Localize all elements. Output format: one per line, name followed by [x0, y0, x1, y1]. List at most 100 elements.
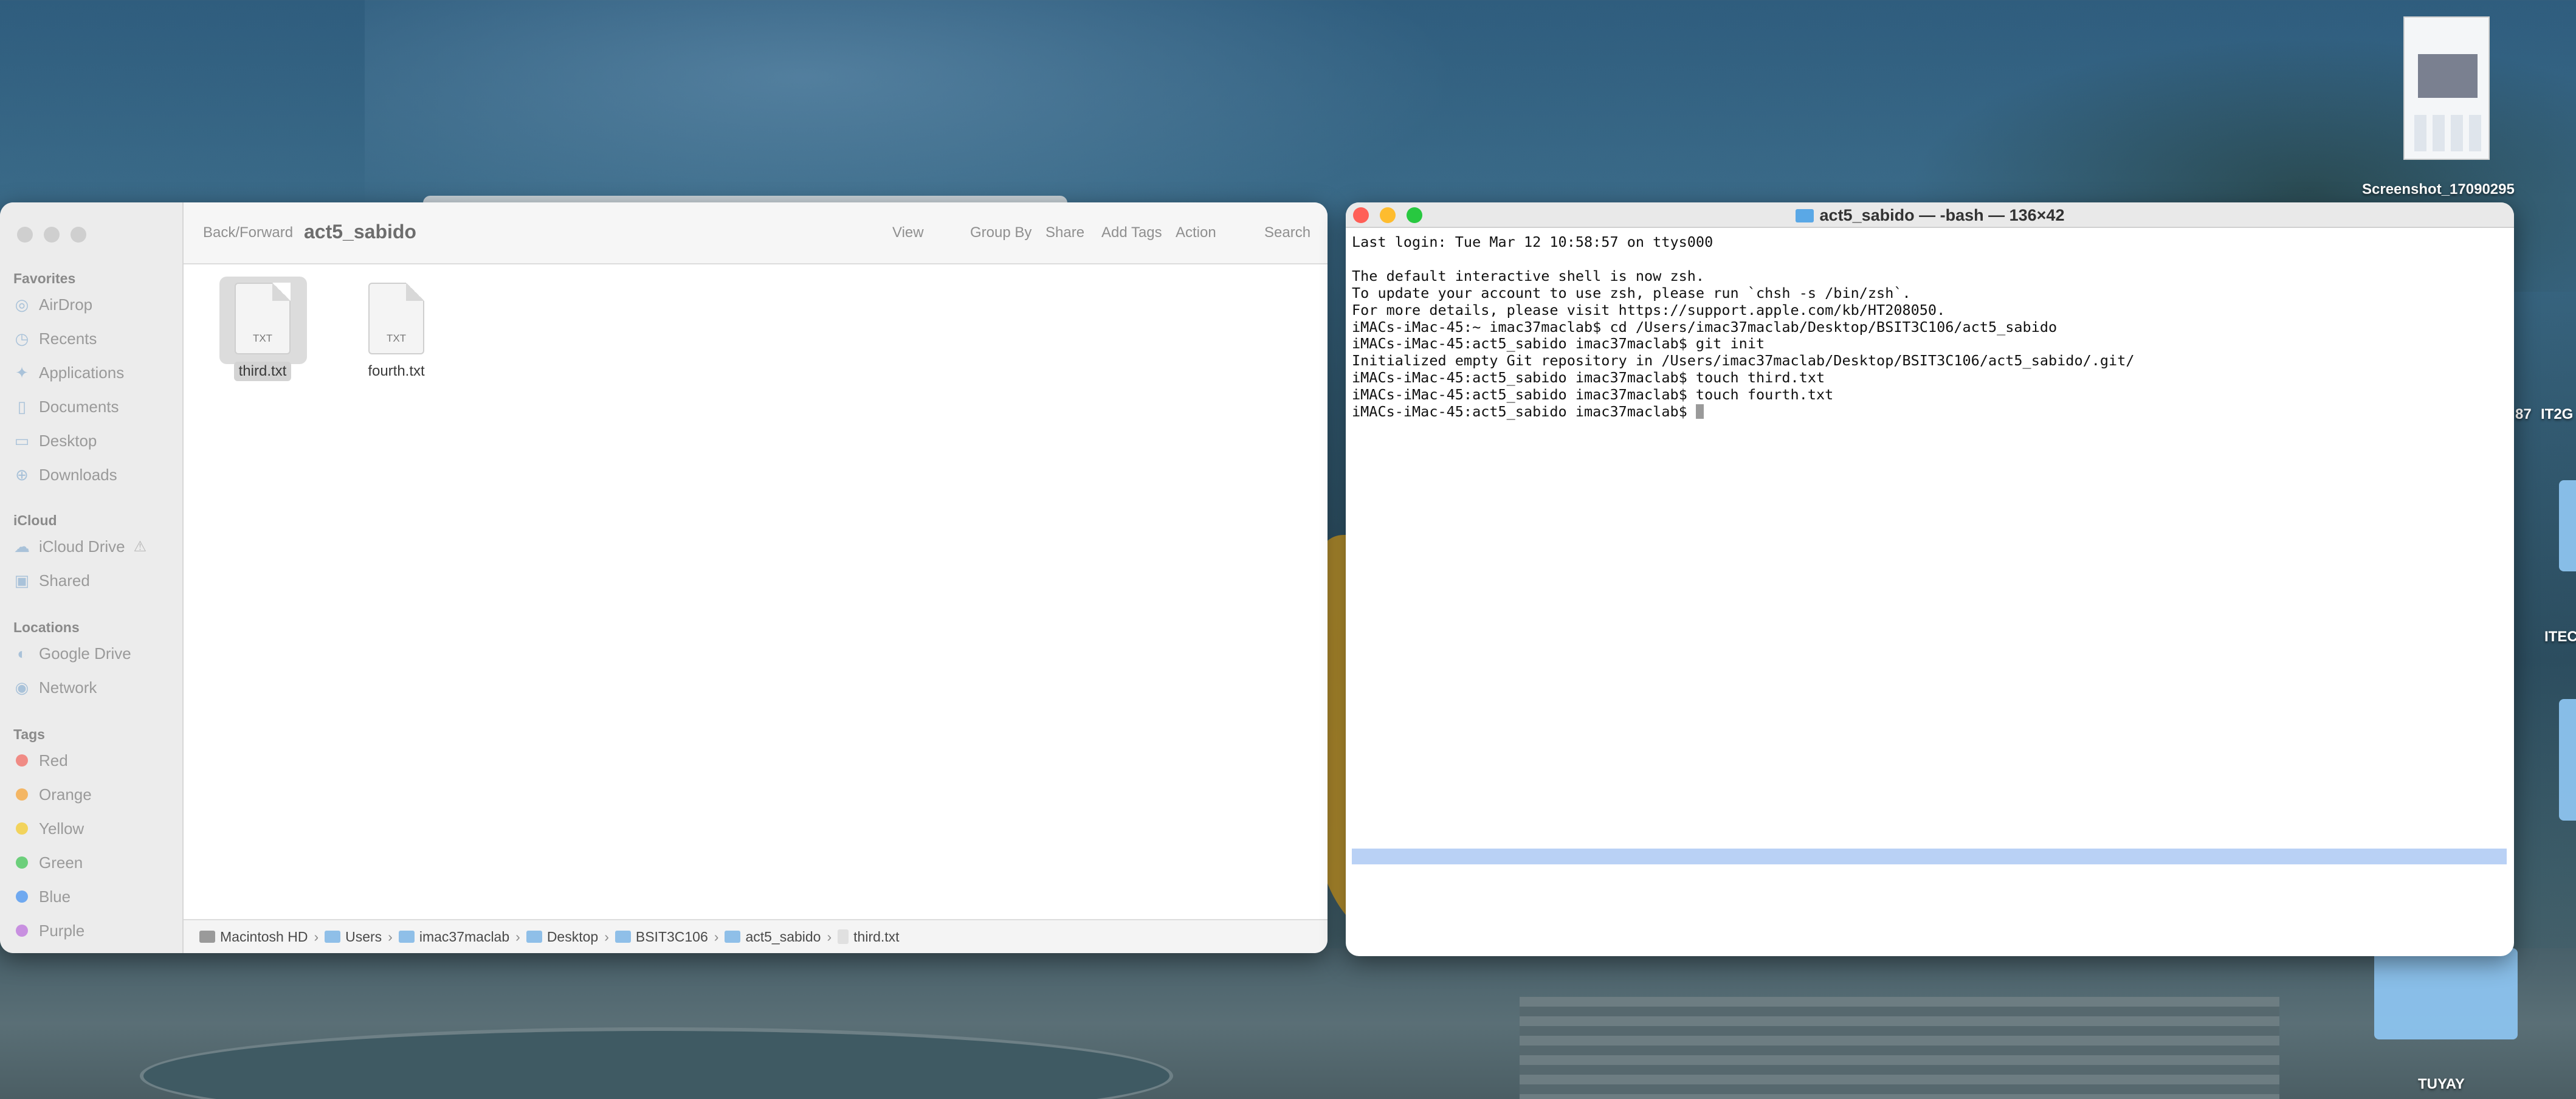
- terminal-line: Initialized empty Git repository in /Use…: [1352, 352, 2135, 370]
- path-crumb[interactable]: imac37maclab: [398, 928, 510, 945]
- airdrop-icon: ◎: [15, 295, 29, 314]
- desktop-partial-label[interactable]: ITEC: [2544, 629, 2576, 646]
- desktop-partial-label[interactable]: IT2G: [2541, 406, 2573, 423]
- sidebar-section-tags: Tags: [13, 726, 45, 742]
- sidebar-item-documents[interactable]: ▯ Documents: [13, 392, 177, 421]
- warning-icon: ⚠: [133, 538, 147, 555]
- sidebar-item-label: Purple: [39, 921, 85, 940]
- desktop-icon: ▭: [14, 431, 30, 450]
- group-by-button[interactable]: Group By: [970, 224, 1031, 241]
- sidebar-item-downloads[interactable]: ⊕ Downloads: [13, 460, 177, 489]
- folder-icon: [725, 931, 741, 943]
- terminal-line: The default interactive shell is now zsh…: [1352, 267, 1705, 284]
- sidebar-item-desktop[interactable]: ▭ Desktop: [13, 426, 177, 455]
- path-crumb[interactable]: Desktop: [526, 929, 598, 945]
- download-icon: ⊕: [15, 465, 29, 484]
- path-crumb-label: imac37maclab: [419, 928, 510, 945]
- path-crumb-label: act5_sabido: [745, 928, 821, 945]
- terminal-line: iMACs-iMac-45:act5_sabido imac37maclab$ …: [1352, 335, 1765, 353]
- view-button[interactable]: View: [892, 224, 924, 241]
- back-forward-button[interactable]: Back/Forward: [203, 224, 293, 241]
- finder-sidebar: Favorites ◎ AirDrop ◷ Recents ✦ Applicat…: [0, 202, 184, 953]
- sidebar-item-tag-green[interactable]: Green: [13, 848, 177, 877]
- terminal-line: For more details, please visit https://s…: [1352, 301, 1946, 319]
- thumbnail-keypad: [2414, 115, 2481, 151]
- sidebar-item-tag-orange[interactable]: Orange: [13, 780, 177, 809]
- sidebar-item-tag-yellow[interactable]: Yellow: [13, 814, 177, 843]
- file-item[interactable]: TXT third.txt: [205, 283, 320, 381]
- wallpaper-steps: [1520, 997, 2279, 1099]
- path-crumb[interactable]: BSIT3C106: [615, 929, 708, 945]
- path-crumb[interactable]: Users: [325, 929, 382, 945]
- tag-dot-icon: [16, 788, 28, 801]
- folder-icon: [1795, 209, 1814, 222]
- chevron-right-icon: ›: [388, 928, 393, 945]
- close-button[interactable]: [1353, 207, 1369, 223]
- share-button[interactable]: Share: [1045, 224, 1084, 241]
- path-crumb[interactable]: Macintosh HD: [199, 929, 308, 945]
- chevron-right-icon: ›: [714, 928, 719, 945]
- sidebar-item-recents[interactable]: ◷ Recents: [13, 324, 177, 353]
- zoom-button[interactable]: [1407, 207, 1422, 223]
- sidebar-item-applications[interactable]: ✦ Applications: [13, 358, 177, 387]
- document-icon: [838, 929, 849, 944]
- search-button[interactable]: Search: [1264, 224, 1310, 241]
- sidebar-section-icloud: iCloud: [13, 512, 57, 528]
- terminal-line: iMACs-iMac-45:act5_sabido imac37maclab$ …: [1352, 386, 1834, 404]
- sidebar-item-airdrop[interactable]: ◎ AirDrop: [13, 290, 177, 319]
- hard-drive-icon: [199, 931, 215, 943]
- file-ext-label: TXT: [252, 332, 273, 344]
- close-button[interactable]: [17, 227, 33, 243]
- terminal-prompt-line[interactable]: iMACs-iMac-45:act5_sabido imac37maclab$: [1352, 403, 2508, 421]
- add-tags-button[interactable]: Add Tags: [1101, 224, 1162, 241]
- desktop-screenshot-thumbnail[interactable]: [2403, 16, 2490, 160]
- desktop-folder-icon[interactable]: [2374, 948, 2518, 1039]
- action-button[interactable]: Action: [1176, 224, 1216, 241]
- path-crumb[interactable]: third.txt: [838, 928, 900, 945]
- folder-icon: [325, 931, 341, 943]
- tag-dot-icon: [16, 856, 28, 869]
- cloud-icon: ☁: [14, 537, 30, 556]
- shared-folder-icon: ▣: [14, 571, 30, 590]
- folder-icon: [615, 931, 631, 943]
- chevron-right-icon: ›: [827, 928, 832, 945]
- sidebar-item-label: Orange: [39, 785, 92, 804]
- path-crumb-label: Desktop: [546, 928, 599, 945]
- terminal-title: act5_sabido — -bash — 136×42: [1819, 206, 2065, 224]
- sidebar-item-label: Green: [39, 853, 83, 872]
- sidebar-item-network[interactable]: ◉ Network: [13, 673, 177, 702]
- minimize-button[interactable]: [1380, 207, 1396, 223]
- sidebar-item-tag-blue[interactable]: Blue: [13, 882, 177, 911]
- sidebar-item-tag-red[interactable]: Red: [13, 746, 177, 775]
- file-name: fourth.txt: [368, 363, 425, 379]
- zoom-button[interactable]: [71, 227, 86, 243]
- path-crumb-label: BSIT3C106: [635, 928, 708, 945]
- path-crumb-label: third.txt: [853, 928, 900, 945]
- clock-icon: ◷: [15, 329, 29, 348]
- sidebar-item-icloud-drive[interactable]: ☁ iCloud Drive ⚠: [13, 532, 177, 561]
- finder-window[interactable]: Favorites ◎ AirDrop ◷ Recents ✦ Applicat…: [0, 202, 1328, 953]
- folder-icon: [398, 931, 415, 943]
- terminal-window[interactable]: act5_sabido — -bash — 136×42 Last login:…: [1346, 202, 2514, 956]
- terminal-output[interactable]: Last login: Tue Mar 12 10:58:57 on ttys0…: [1352, 233, 2508, 421]
- sidebar-item-label: Red: [39, 751, 68, 770]
- terminal-line: iMACs-iMac-45:act5_sabido imac37maclab$ …: [1352, 369, 1825, 387]
- network-icon: ◉: [15, 678, 29, 697]
- thumbnail-image: [2418, 54, 2478, 98]
- desktop-folder-partial[interactable]: [2559, 480, 2576, 571]
- sidebar-item-google-drive[interactable]: ◐ Google Drive: [13, 639, 177, 668]
- text-file-icon: TXT: [235, 283, 291, 354]
- desktop-folder-partial[interactable]: [2559, 699, 2576, 821]
- chevron-right-icon: ›: [515, 928, 520, 945]
- terminal-line: Last login: Tue Mar 12 10:58:57 on ttys0…: [1352, 233, 1713, 250]
- minimize-button[interactable]: [44, 227, 60, 243]
- tag-dot-icon: [16, 822, 28, 835]
- file-item[interactable]: TXT fourth.txt: [339, 283, 454, 381]
- desktop-folder-label[interactable]: TUYAY: [2418, 1076, 2465, 1093]
- sidebar-item-tag-purple[interactable]: Purple: [13, 916, 177, 945]
- sidebar-item-shared[interactable]: ▣ Shared: [13, 566, 177, 595]
- path-crumb[interactable]: act5_sabido: [725, 929, 821, 945]
- desktop-screenshot-label[interactable]: Screenshot_17090295: [2362, 181, 2515, 198]
- path-bar: Macintosh HD › Users › imac37maclab › De…: [184, 919, 1328, 953]
- desktop-partial-label[interactable]: 87: [2515, 406, 2532, 423]
